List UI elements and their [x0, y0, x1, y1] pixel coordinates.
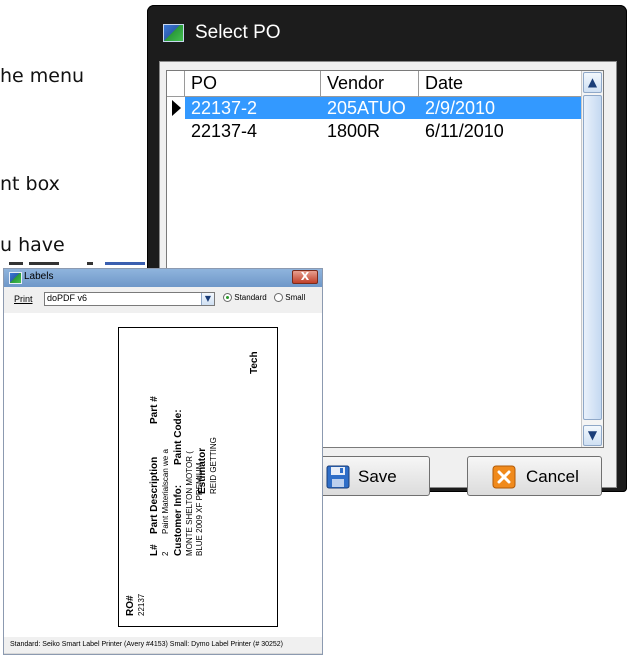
cell-po: 22137-2	[191, 98, 258, 118]
dialog-titlebar[interactable]: Select PO	[147, 5, 627, 61]
labels-footer: Standard: Seiko Smart Label Printer (Ave…	[4, 637, 322, 653]
app-icon	[163, 24, 184, 42]
radio-standard-indicator[interactable]	[223, 293, 232, 303]
cell-vendor: 1800R	[327, 121, 381, 141]
cell-date: 2/9/2010	[425, 98, 496, 118]
printer-select-value: doPDF v6	[47, 293, 88, 303]
column-header-date[interactable]: Date	[419, 71, 581, 96]
estimator-value: REID GETTING	[209, 437, 218, 494]
radio-small-label: Small	[285, 293, 306, 302]
scroll-down-icon[interactable]: ▼	[583, 425, 602, 446]
dialog-title: Select PO	[195, 22, 281, 43]
part-description-value: Paint Materialscan we a	[161, 449, 170, 534]
row-pointer-icon	[167, 97, 185, 119]
ro-value: 22137	[137, 593, 146, 616]
customer-info-line-1: MONTE SHELTON MOTOR (	[185, 451, 194, 556]
estimator-header: Estimator	[197, 447, 208, 494]
app-icon	[9, 272, 22, 284]
scroll-up-icon[interactable]: ▲	[583, 72, 602, 93]
print-link[interactable]: Print	[14, 294, 33, 304]
row-indicator-header	[167, 71, 185, 96]
customer-info-header: Customer Info:	[173, 484, 184, 556]
cancel-x-icon	[492, 465, 516, 489]
grid-header: PO Vendor Date	[167, 71, 581, 97]
cancel-button-label: Cancel	[526, 467, 579, 486]
table-row[interactable]: 22137-2 205ATUO 2/9/2010	[167, 97, 581, 119]
floppy-disk-icon	[326, 465, 350, 489]
chevron-down-icon[interactable]: ▼	[201, 293, 214, 305]
radio-small-indicator[interactable]	[274, 293, 283, 303]
ro-header: RO#	[125, 595, 136, 616]
cancel-button[interactable]: Cancel	[467, 456, 602, 496]
scrollbar-thumb[interactable]	[583, 95, 602, 420]
cell-date: 6/11/2010	[425, 121, 504, 141]
cell-po: 22137-4	[191, 121, 258, 141]
part-description-header: Part Description	[149, 456, 160, 534]
labels-window: Labels X Print doPDF v6 ▼ Standard Small…	[3, 268, 323, 655]
label-preview-area: RO# 22137 L# 2 Part Description Paint Ma…	[4, 313, 322, 637]
printer-select[interactable]: doPDF v6 ▼	[44, 292, 215, 306]
radio-small[interactable]: Small	[274, 293, 306, 303]
background-text-line-2: nt box	[0, 173, 60, 195]
background-text-line-3: u have	[0, 234, 65, 256]
labels-title: Labels	[24, 271, 54, 282]
row-indicator	[167, 120, 185, 142]
line-header: L#	[149, 544, 160, 556]
labels-toolbar: Print doPDF v6 ▼ Standard Small	[4, 287, 322, 313]
labels-titlebar[interactable]: Labels X	[4, 269, 322, 287]
column-header-po[interactable]: PO	[185, 71, 321, 96]
label-preview-card: RO# 22137 L# 2 Part Description Paint Ma…	[118, 327, 278, 627]
paint-code-header: Paint Code:	[173, 409, 184, 465]
radio-standard-label: Standard	[234, 293, 267, 302]
part-number-header: Part #	[149, 396, 160, 424]
save-button-label: Save	[358, 467, 397, 486]
cell-vendor: 205ATUO	[327, 98, 406, 118]
column-header-vendor[interactable]: Vendor	[321, 71, 419, 96]
vertical-scrollbar[interactable]: ▲ ▼	[581, 71, 603, 447]
radio-standard[interactable]: Standard	[223, 293, 267, 303]
tech-header: Tech	[249, 351, 260, 374]
background-text-line-1: he menu	[0, 65, 85, 87]
close-icon[interactable]: X	[292, 270, 318, 284]
table-row[interactable]: 22137-4 1800R 6/11/2010	[167, 120, 581, 142]
line-value: 2	[161, 551, 170, 556]
